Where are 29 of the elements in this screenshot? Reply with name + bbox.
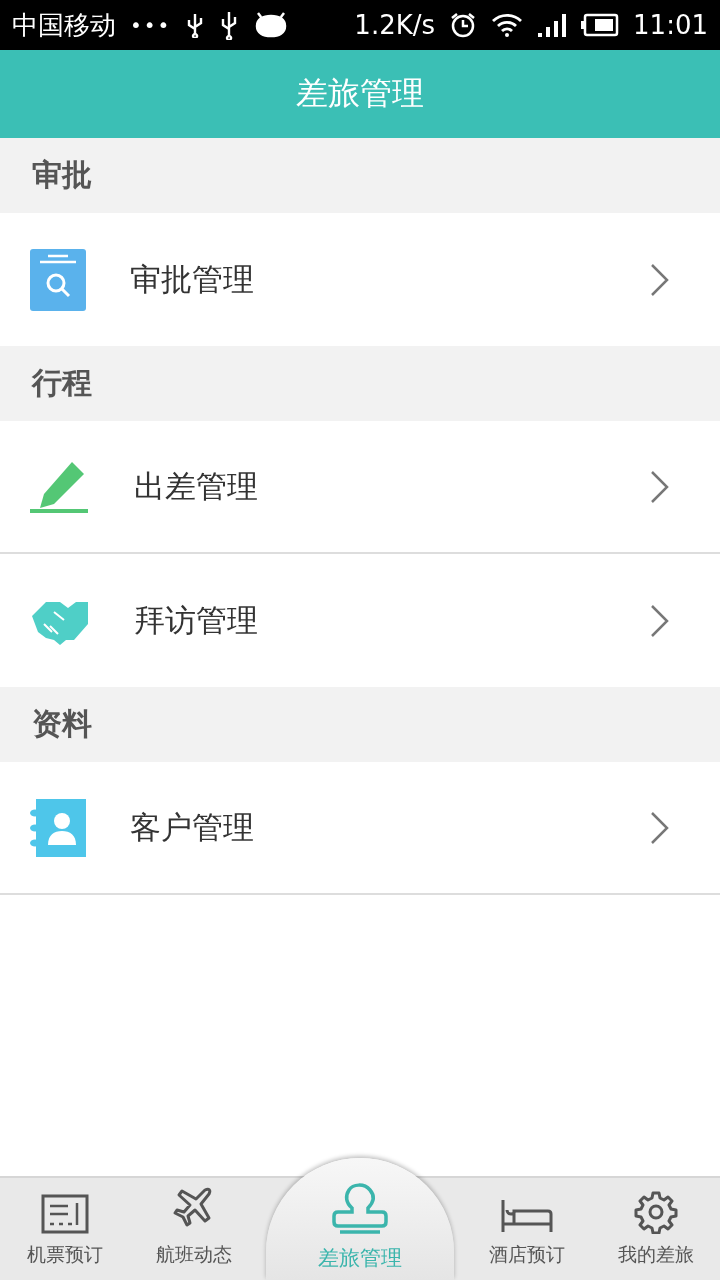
tab-item[interactable]: 航班动态 <box>129 1178 258 1280</box>
search-document-icon <box>30 248 86 311</box>
menu-item-label: 客户管理 <box>130 807 255 847</box>
pencil-icon <box>30 459 90 514</box>
tab-item[interactable]: 机票预订 <box>0 1178 129 1280</box>
chevron-right-icon <box>650 603 670 638</box>
clock-time: 11:01 <box>633 10 708 40</box>
menu-item-label: 拜访管理 <box>134 600 259 640</box>
chevron-right-icon <box>650 469 670 504</box>
battery-icon <box>581 13 620 37</box>
ticket-icon <box>40 1194 89 1234</box>
wifi-icon <box>491 12 524 38</box>
chevron-right-icon <box>650 262 670 297</box>
notification-dots: ••• <box>130 13 172 37</box>
chevron-right-icon <box>650 810 670 845</box>
carrier-name: 中国移动 <box>12 8 116 42</box>
signal-icon <box>537 12 568 38</box>
section-title: 资料 <box>32 705 92 743</box>
settings-icon <box>633 1190 678 1234</box>
tab-item[interactable]: 我的差旅 <box>591 1178 720 1280</box>
network-speed: 1.2K/s <box>354 10 436 40</box>
contact-book-icon <box>30 798 86 857</box>
page-title: 差旅管理 <box>296 73 424 114</box>
menu-item-label: 审批管理 <box>130 259 255 299</box>
section-title: 审批 <box>32 156 92 194</box>
bed-icon <box>499 1198 554 1234</box>
section-title: 行程 <box>32 364 92 402</box>
menu-item-label: 出差管理 <box>134 466 259 506</box>
tab-item[interactable]: 酒店预订 <box>462 1178 591 1280</box>
